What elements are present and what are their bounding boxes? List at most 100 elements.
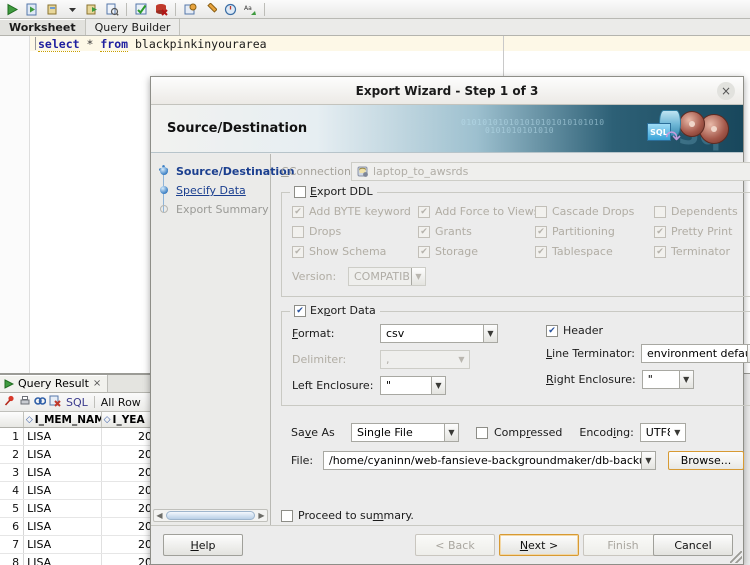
cell-i-year[interactable]: 20 xyxy=(102,428,156,445)
table-row[interactable]: 1 LISA 20 xyxy=(0,428,156,446)
dropdown-arrow-icon[interactable] xyxy=(63,1,81,18)
table-row[interactable]: 7 LISA 20 xyxy=(0,536,156,554)
cell-i-year[interactable]: 20 xyxy=(102,536,156,553)
next-button[interactable]: Next > xyxy=(499,534,579,556)
encoding-label: Encoding:Encoding: xyxy=(579,426,634,439)
explain-plan-icon[interactable] xyxy=(43,1,61,18)
export-data-checkbox[interactable] xyxy=(294,304,306,317)
cancel-icon[interactable] xyxy=(49,395,61,410)
refresh-icon[interactable] xyxy=(34,395,47,410)
export-ddl-checkbox[interactable] xyxy=(294,185,306,198)
table-row[interactable]: 8 LISA 20 xyxy=(0,554,156,565)
query-result-grid[interactable]: ◇ I_MEM_NAME ◇ I_YEA 1LISA202LISA203LISA… xyxy=(0,412,156,565)
cell-i-year[interactable]: 20 xyxy=(102,482,156,499)
cell-i-year[interactable]: 20 xyxy=(102,446,156,463)
browse-button[interactable]: Browse... xyxy=(668,451,744,470)
grid-header-index xyxy=(0,412,24,427)
unshared-worksheet-icon[interactable] xyxy=(181,1,199,18)
commit-icon[interactable] xyxy=(132,1,150,18)
print-icon[interactable] xyxy=(19,395,31,410)
checkbox-label: Pretty Print xyxy=(671,225,733,238)
cell-i-year[interactable]: 20 xyxy=(102,554,156,565)
checkbox-label: Tablespace xyxy=(552,245,613,258)
tab-query-builder[interactable]: Query Builder xyxy=(85,19,181,35)
format-row: Format:Format: csv ▼ xyxy=(292,324,530,343)
grid-header-i-mem-name[interactable]: ◇ I_MEM_NAME xyxy=(24,412,102,427)
cell-i-mem-name[interactable]: LISA xyxy=(24,554,102,565)
right-enclosure-select[interactable]: " ▼ xyxy=(641,370,694,389)
ddl-option-tablespace: Tablespace xyxy=(535,245,654,258)
query-result-panel: Query Result × SQL All Row ◇ I_MEM_NA ◇ … xyxy=(0,374,156,565)
chevron-down-icon[interactable]: ▼ xyxy=(678,371,693,388)
sql-history-icon[interactable] xyxy=(103,1,121,18)
autotrace-icon[interactable] xyxy=(83,1,101,18)
table-row[interactable]: 5 LISA 20 xyxy=(0,500,156,518)
sidebar-item-specify-data[interactable]: Specify Data xyxy=(151,181,270,200)
help-button[interactable]: Help xyxy=(163,534,243,556)
tab-query-result[interactable]: Query Result × xyxy=(0,375,109,392)
compressed-checkbox[interactable] xyxy=(476,426,488,439)
grid-header-i-year[interactable]: ◇ I_YEA xyxy=(102,412,156,427)
table-row[interactable]: 2 LISA 20 xyxy=(0,446,156,464)
nav-horizontal-scrollbar[interactable]: ◀ ▶ xyxy=(153,509,268,522)
sql-tuning-icon[interactable] xyxy=(221,1,239,18)
cell-i-year[interactable]: 20 xyxy=(102,464,156,481)
cell-i-year[interactable]: 20 xyxy=(102,518,156,535)
checkbox-label: Dependents xyxy=(671,205,738,218)
clear-icon[interactable] xyxy=(201,1,219,18)
proceed-to-summary-checkbox[interactable] xyxy=(281,509,293,522)
cell-i-mem-name[interactable]: LISA xyxy=(24,464,102,481)
run-script-icon[interactable] xyxy=(23,1,41,18)
close-icon[interactable]: × xyxy=(93,378,101,389)
save-as-value: Single File xyxy=(357,426,413,439)
cell-i-mem-name[interactable]: LISA xyxy=(24,536,102,553)
left-enclosure-select[interactable]: " ▼ xyxy=(380,376,446,395)
file-path-input[interactable]: /home/cyaninn/web-fansieve-backgroundmak… xyxy=(323,451,656,470)
sidebar-item-source-destination[interactable]: ✣ Source/Destination xyxy=(151,162,294,181)
dialog-resize-handle[interactable] xyxy=(730,551,742,563)
encoding-value: UTF8 xyxy=(645,426,670,439)
cell-i-mem-name[interactable]: LISA xyxy=(24,446,102,463)
chevron-down-icon[interactable]: ▼ xyxy=(444,424,458,441)
cell-i-mem-name[interactable]: LISA xyxy=(24,500,102,517)
format-sql-icon[interactable]: Aa xyxy=(241,1,259,18)
chevron-down-icon[interactable]: ▼ xyxy=(641,452,655,469)
table-row[interactable]: 3 LISA 20 xyxy=(0,464,156,482)
scroll-left-icon[interactable]: ◀ xyxy=(154,511,165,520)
rollback-icon[interactable] xyxy=(152,1,170,18)
connection-select[interactable]: laptop_to_awsrds ▼ xyxy=(351,162,750,181)
cancel-button[interactable]: Cancel xyxy=(653,534,733,556)
pin-icon[interactable] xyxy=(4,395,16,410)
export-ddl-options-grid: Add BYTE keyword Add Force to Views Cascad… xyxy=(292,205,750,258)
save-as-select[interactable]: Single File ▼ xyxy=(351,423,459,442)
line-terminator-select[interactable]: environment default ▼ xyxy=(640,344,750,363)
cell-i-year[interactable]: 20 xyxy=(102,500,156,517)
chevron-down-icon[interactable]: ▼ xyxy=(483,325,497,342)
scroll-right-icon[interactable]: ▶ xyxy=(256,511,267,520)
sort-glyph-icon: ◇ xyxy=(103,414,111,425)
run-indicator-icon xyxy=(4,378,14,389)
dialog-content-pane: CConnection: laptop_to_awsrds ▼ EExpor xyxy=(271,154,750,525)
format-select[interactable]: csv ▼ xyxy=(380,324,498,343)
sidebar-item-export-summary: Export Summary xyxy=(151,200,270,219)
cell-i-mem-name[interactable]: LISA xyxy=(24,518,102,535)
header-checkbox[interactable] xyxy=(546,324,558,337)
close-icon[interactable]: × xyxy=(717,82,735,100)
row-index: 1 xyxy=(0,428,25,445)
scrollbar-thumb[interactable] xyxy=(166,511,255,520)
chevron-down-icon[interactable]: ▼ xyxy=(670,428,685,437)
checkbox-label: Grants xyxy=(435,225,472,238)
cell-i-mem-name[interactable]: LISA xyxy=(24,482,102,499)
tab-worksheet[interactable]: Worksheet xyxy=(0,19,86,35)
dialog-titlebar[interactable]: Export Wizard - Step 1 of 3 × xyxy=(151,77,743,105)
file-path-value: /home/cyaninn/web-fansieve-backgroundmak… xyxy=(329,454,641,467)
table-row[interactable]: 4 LISA 20 xyxy=(0,482,156,500)
encoding-select[interactable]: UTF8 ▼ xyxy=(639,423,686,442)
cell-i-mem-name[interactable]: LISA xyxy=(24,428,102,445)
checkbox xyxy=(535,205,547,218)
sql-keyword-from: from xyxy=(100,37,129,52)
query-result-tabstrip: Query Result × xyxy=(0,375,156,393)
run-statement-icon[interactable] xyxy=(3,1,21,18)
chevron-down-icon[interactable]: ▼ xyxy=(431,377,445,394)
table-row[interactable]: 6 LISA 20 xyxy=(0,518,156,536)
